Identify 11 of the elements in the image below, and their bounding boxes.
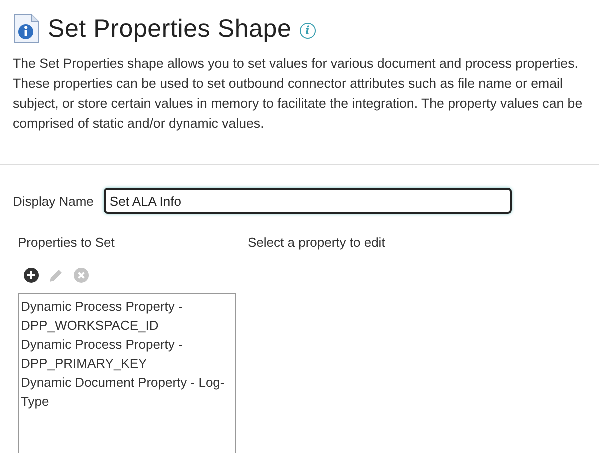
description-text: The Set Properties shape allows you to set values for various document and process properties. These properties can be used to set outbound connector attributes such as file name or email subject, or store certain values in memory to facilitate the integration. The property values can be comprised of static and/or dynamic values. bbox=[13, 55, 584, 133]
display-name-field[interactable]: Set ALA Info bbox=[104, 188, 512, 214]
property-list-item[interactable]: Dynamic Process Property - DPP_WORKSPACE_ID bbox=[21, 297, 233, 335]
document-info-icon bbox=[14, 14, 40, 44]
add-icon[interactable] bbox=[24, 268, 39, 283]
page-title: Set Properties Shape bbox=[48, 14, 292, 44]
property-list-item[interactable]: Dynamic Process Property - DPP_PRIMARY_KEY bbox=[21, 335, 233, 373]
property-list-item[interactable]: Dynamic Document Property - Log-Type bbox=[21, 373, 233, 411]
section-heading: Properties to Set bbox=[18, 235, 116, 250]
field-label: Display Name bbox=[13, 194, 94, 208]
editor-hint-text: Select a property to edit bbox=[248, 235, 386, 252]
